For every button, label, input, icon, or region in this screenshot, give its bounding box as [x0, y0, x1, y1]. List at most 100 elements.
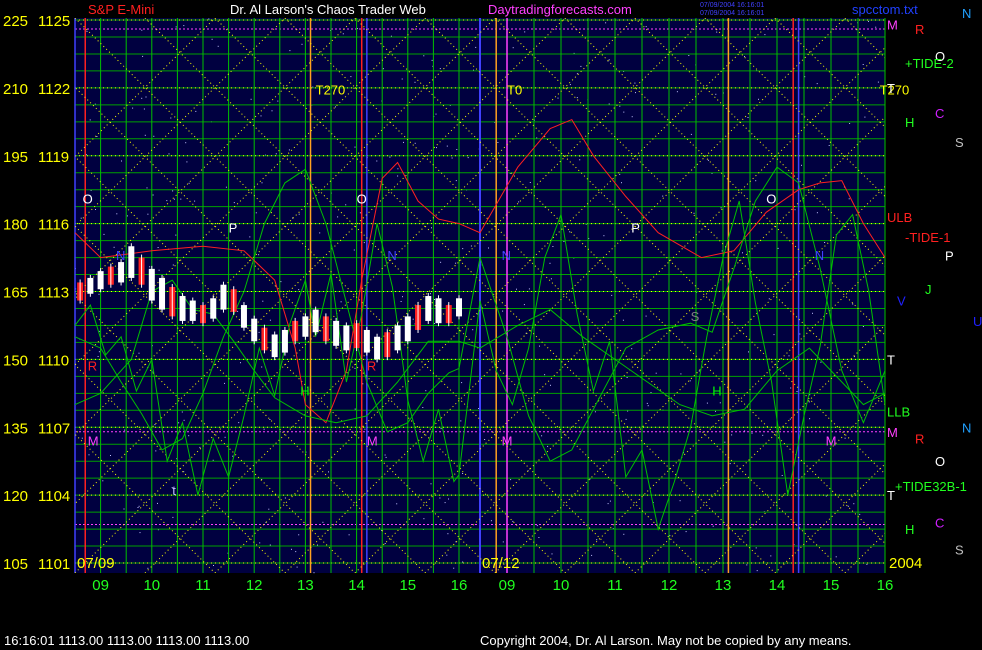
y-left-tick-label: 135 — [3, 420, 28, 437]
star-dot — [175, 234, 177, 236]
star-dot — [328, 471, 329, 473]
right-label: H — [905, 522, 914, 537]
star-dot — [875, 26, 877, 28]
star-dot — [422, 407, 424, 408]
star-dot — [284, 497, 286, 499]
right-label: N — [962, 420, 971, 435]
star-dot — [255, 212, 257, 214]
star-dot — [698, 370, 700, 372]
chart-window: T270 T0 T270 O P N O N N P O N R R H H M M M Mt S M R N O +TIDE-… — [0, 0, 982, 650]
star-dot — [446, 554, 448, 556]
star-dot — [403, 141, 404, 143]
star-dot — [569, 231, 571, 233]
star-dot — [102, 480, 104, 482]
x-hour-tick-label: 13 — [297, 577, 314, 594]
star-dot — [298, 213, 300, 215]
star-dot — [591, 554, 593, 556]
star-dot — [154, 424, 156, 426]
date-label: 07/12 — [482, 555, 520, 572]
right-label: ULB — [887, 210, 912, 225]
star-dot — [490, 520, 492, 522]
star-dot — [808, 401, 810, 403]
star-dot — [794, 209, 796, 211]
star-dot — [844, 437, 846, 439]
star-dot — [475, 46, 477, 48]
star-dot — [384, 454, 386, 456]
y-left-tick-label: 195 — [3, 149, 28, 166]
star-dot — [770, 555, 772, 557]
star-dot — [232, 455, 234, 457]
star-dot — [175, 26, 177, 28]
x-hour-tick-label: 16 — [451, 577, 468, 594]
star-dot — [596, 539, 598, 541]
star-dot — [295, 551, 297, 553]
date-label: 07/09 — [77, 555, 115, 572]
star-dot — [563, 241, 565, 242]
star-dot — [138, 352, 140, 354]
chart-annotation: H — [712, 384, 721, 399]
star-dot — [755, 180, 757, 182]
star-dot — [547, 445, 549, 447]
star-dot — [451, 157, 453, 159]
star-dot — [853, 503, 855, 505]
star-dot — [510, 479, 512, 481]
star-dot — [446, 145, 448, 147]
star-dot — [746, 564, 748, 566]
star-dot — [607, 503, 609, 505]
right-label: T — [887, 488, 895, 503]
star-dot — [439, 497, 441, 499]
x-hour-tick-label: 11 — [195, 577, 211, 594]
header-stamp-1: 07/09/2004 16:16:01 — [700, 2, 764, 9]
header-site: Daytradingforecasts.com — [488, 2, 632, 17]
x-hour-tick-label: 09 — [92, 577, 109, 594]
right-label: M — [887, 425, 898, 440]
star-dot — [275, 153, 277, 155]
star-dot — [744, 56, 745, 58]
star-dot — [389, 156, 391, 158]
star-dot — [455, 180, 457, 182]
star-dot — [715, 93, 717, 95]
star-dot — [719, 402, 721, 404]
star-dot — [217, 45, 219, 47]
footer-copyright: Copyright 2004, Dr. Al Larson. May not b… — [480, 633, 851, 648]
right-label: O — [935, 454, 945, 469]
star-dot — [773, 334, 775, 336]
star-dot — [453, 567, 455, 569]
star-dot — [751, 432, 753, 434]
star-dot — [81, 437, 83, 439]
star-dot — [690, 133, 692, 135]
star-dot — [269, 319, 271, 321]
star-dot — [98, 351, 100, 353]
star-dot — [354, 367, 356, 369]
star-dot — [412, 318, 414, 320]
star-dot — [436, 147, 437, 149]
star-dot — [225, 186, 227, 188]
star-dot — [467, 157, 469, 159]
star-dot — [259, 542, 261, 544]
star-dot — [289, 50, 291, 52]
star-dot — [707, 159, 709, 161]
star-dot — [430, 293, 431, 295]
star-dot — [859, 513, 861, 515]
star-dot — [824, 242, 826, 243]
star-dot — [110, 455, 111, 456]
star-dot — [809, 418, 811, 420]
star-dot — [434, 299, 435, 300]
star-dot — [528, 288, 530, 290]
right-label: S — [955, 135, 964, 150]
star-dot — [835, 556, 837, 558]
star-dot — [755, 547, 757, 549]
star-dot — [635, 92, 636, 94]
star-dot — [529, 182, 531, 183]
star-dot — [647, 405, 649, 407]
chart-annotation: R — [367, 359, 376, 374]
star-dot — [603, 235, 605, 237]
x-hour-tick-label: 15 — [399, 577, 416, 594]
star-dot — [862, 64, 864, 65]
star-dot — [121, 160, 122, 162]
star-dot — [569, 84, 571, 86]
star-dot — [178, 422, 180, 424]
star-dot — [712, 525, 714, 527]
star-dot — [820, 361, 822, 363]
star-dot — [623, 533, 625, 535]
